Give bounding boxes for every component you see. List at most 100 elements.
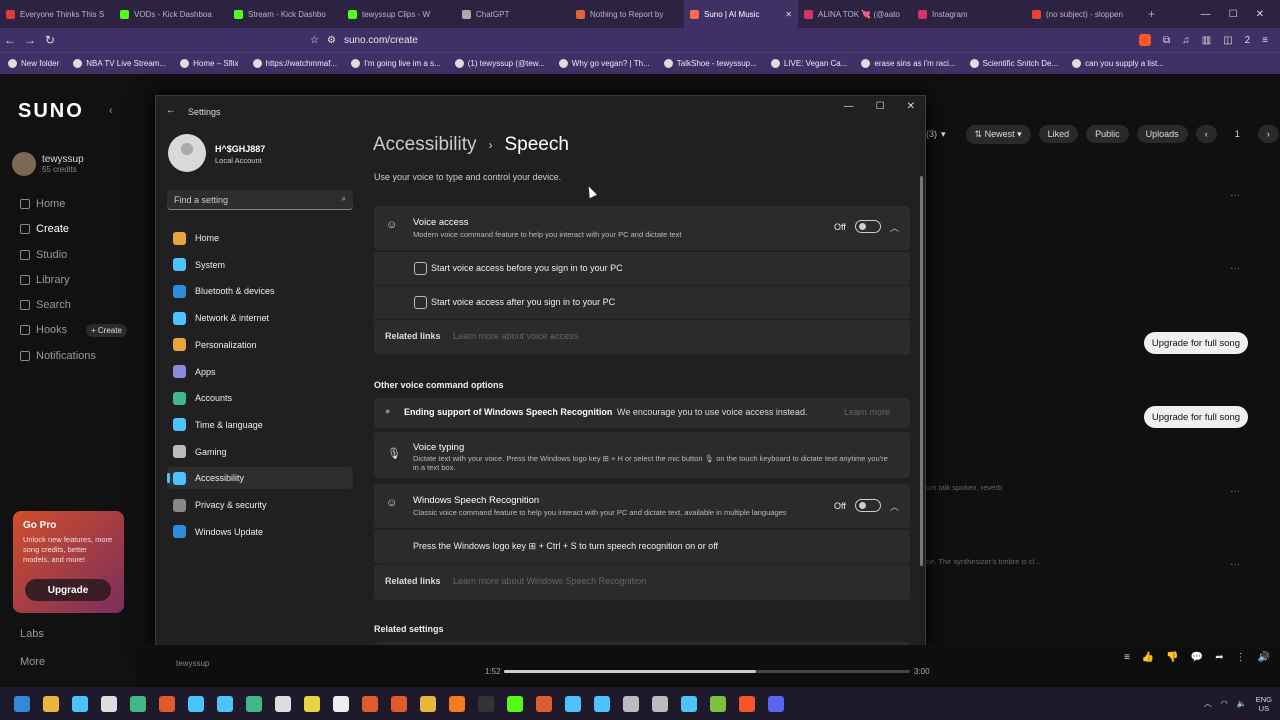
chevron-up-icon[interactable]: ︿ bbox=[1204, 698, 1212, 709]
taskbar-app-icon[interactable] bbox=[188, 695, 204, 712]
taskbar-app-icon[interactable] bbox=[652, 695, 668, 712]
scrollbar[interactable] bbox=[920, 176, 923, 566]
url-text[interactable]: suno.com/create bbox=[344, 35, 418, 46]
more-options-icon[interactable]: ··· bbox=[1230, 486, 1240, 497]
taskbar-app-icon[interactable] bbox=[710, 695, 726, 712]
bookmark-item[interactable]: LIVE: Vegan Ca... bbox=[770, 59, 847, 68]
collapse-icon[interactable]: ‹ bbox=[109, 103, 113, 117]
music-icon[interactable]: ♫ bbox=[1182, 35, 1190, 46]
upgrade-button[interactable]: Upgrade bbox=[25, 579, 111, 601]
bookmark-item[interactable]: https://watchmmaf... bbox=[252, 59, 337, 68]
suno-user[interactable]: tewyssup 55 credits bbox=[12, 152, 84, 176]
tab-count[interactable]: 2 bbox=[1245, 35, 1251, 46]
dislike-icon[interactable]: 👎 bbox=[1166, 652, 1178, 663]
taskbar-app-icon[interactable] bbox=[478, 695, 494, 712]
more-options-icon[interactable]: ··· bbox=[1230, 190, 1240, 201]
taskbar-app-icon[interactable] bbox=[623, 695, 639, 712]
voice-access-option[interactable]: Start voice access before you sign in to… bbox=[374, 252, 910, 285]
suno-nav-labs[interactable]: Labs bbox=[20, 628, 44, 640]
filter-count[interactable]: (3) bbox=[926, 129, 937, 139]
browser-tab[interactable]: Nothing to Report by bbox=[570, 0, 684, 28]
upgrade-full-song-button[interactable]: Upgrade for full song bbox=[1144, 406, 1248, 428]
settings-nav-windows-update[interactable]: Windows Update bbox=[167, 521, 353, 543]
taskbar-app-icon[interactable] bbox=[420, 695, 436, 712]
browser-tab[interactable]: Stream - Kick Dashbo bbox=[228, 0, 342, 28]
checkbox[interactable] bbox=[414, 296, 427, 309]
suno-nav-more[interactable]: More bbox=[20, 656, 45, 668]
settings-nav-privacy-security[interactable]: Privacy & security bbox=[167, 494, 353, 516]
breadcrumb-accessibility[interactable]: Accessibility bbox=[373, 134, 476, 156]
speaker-icon[interactable]: 🔈 bbox=[1237, 699, 1247, 708]
taskbar-app-icon[interactable] bbox=[768, 695, 784, 712]
find-setting-input[interactable]: Find a setting ⌕ bbox=[167, 190, 353, 210]
taskbar-app-icon[interactable] bbox=[391, 695, 407, 712]
browser-tab[interactable]: ChatGPT bbox=[456, 0, 570, 28]
share-icon[interactable]: ➦ bbox=[1215, 652, 1223, 663]
more-options-icon[interactable]: ··· bbox=[1230, 559, 1240, 570]
suno-nav-studio[interactable]: Studio bbox=[20, 249, 67, 261]
brave-shield-icon[interactable] bbox=[1139, 34, 1152, 46]
bookmark-item[interactable]: NBA TV Live Stream... bbox=[73, 59, 166, 68]
bookmark-item[interactable]: Scientific Snitch De... bbox=[969, 59, 1058, 68]
bookmark-item[interactable]: (1) tewyssup (@tew... bbox=[454, 59, 545, 68]
bookmark-item[interactable]: erase sins as i'm raci... bbox=[861, 59, 956, 68]
settings-nav-accounts[interactable]: Accounts bbox=[167, 387, 353, 409]
settings-nav-accessibility[interactable]: Accessibility bbox=[167, 467, 353, 490]
upgrade-full-song-button[interactable]: Upgrade for full song bbox=[1144, 332, 1248, 354]
taskbar-app-icon[interactable] bbox=[681, 695, 697, 712]
search-icon[interactable]: ⌕ bbox=[342, 194, 346, 204]
prev-page-button[interactable]: ‹ bbox=[1195, 125, 1217, 143]
user-avatar[interactable] bbox=[168, 134, 206, 172]
new-tab-icon[interactable]: + bbox=[1140, 7, 1163, 21]
suno-nav-library[interactable]: Library bbox=[20, 274, 70, 286]
learn-more-wsr-link[interactable]: Learn more about Windows Speech Recognit… bbox=[453, 576, 646, 586]
comment-icon[interactable]: 💬 bbox=[1191, 652, 1203, 663]
minimize-icon[interactable]: — bbox=[1201, 9, 1211, 20]
taskbar-app-icon[interactable] bbox=[130, 695, 146, 712]
bookmark-item[interactable]: I'm going live im a s... bbox=[351, 59, 441, 68]
taskbar-app-icon[interactable] bbox=[43, 695, 59, 712]
close-tab-icon[interactable]: ✕ bbox=[785, 10, 792, 19]
maximize-icon[interactable]: ☐ bbox=[1229, 9, 1238, 20]
suno-nav-home[interactable]: Home bbox=[20, 198, 65, 210]
browser-tab[interactable]: tewyssup Clips - W bbox=[342, 0, 456, 28]
more-options-icon[interactable]: ··· bbox=[1230, 263, 1240, 274]
wallet-icon[interactable]: ◫ bbox=[1223, 35, 1232, 46]
wifi-icon[interactable]: ◠ bbox=[1221, 699, 1228, 708]
settings-nav-system[interactable]: System bbox=[167, 254, 353, 276]
next-page-button[interactable]: › bbox=[1257, 125, 1279, 143]
taskbar-app-icon[interactable] bbox=[594, 695, 610, 712]
bookmark-icon[interactable]: ☆ bbox=[310, 35, 319, 46]
taskbar-app-icon[interactable] bbox=[739, 695, 755, 712]
option-before-signin[interactable]: Start voice access before you sign in to… bbox=[431, 263, 623, 273]
browser-tab[interactable]: ALINA TOK 💘 (@aato bbox=[798, 0, 912, 28]
taskbar-app-icon[interactable] bbox=[246, 695, 262, 712]
suno-nav-create[interactable]: Create bbox=[20, 223, 69, 235]
taskbar-app-icon[interactable] bbox=[217, 695, 233, 712]
filter-uploads[interactable]: Uploads bbox=[1136, 125, 1188, 143]
volume-icon[interactable]: 🔊 bbox=[1258, 652, 1270, 663]
taskbar-app-icon[interactable] bbox=[101, 695, 117, 712]
taskbar-app-icon[interactable] bbox=[72, 695, 88, 712]
browser-tab[interactable]: VODs - Kick Dashboa bbox=[114, 0, 228, 28]
learn-more-link[interactable]: Learn more bbox=[844, 407, 890, 417]
taskbar-app-icon[interactable] bbox=[275, 695, 291, 712]
settings-nav-home[interactable]: Home bbox=[167, 227, 353, 249]
browser-tab[interactable]: Instagram bbox=[912, 0, 1026, 28]
chevron-up-icon[interactable]: ︿ bbox=[890, 221, 899, 234]
settings-nav-bluetooth-devices[interactable]: Bluetooth & devices bbox=[167, 280, 353, 302]
bookmark-item[interactable]: Home – Sflix bbox=[180, 59, 239, 68]
taskbar-app-icon[interactable] bbox=[449, 695, 465, 712]
settings-nav-gaming[interactable]: Gaming bbox=[167, 441, 353, 463]
start-icon[interactable] bbox=[14, 695, 30, 712]
wsr-toggle[interactable] bbox=[855, 499, 881, 512]
site-info-icon[interactable]: ⚙ bbox=[327, 35, 336, 46]
close-icon[interactable]: ✕ bbox=[907, 101, 915, 112]
url-field[interactable]: ☆ ⚙ suno.com/create bbox=[130, 35, 418, 46]
browser-tab[interactable]: Everyone Thinks This S bbox=[0, 0, 114, 28]
voice-access-option[interactable]: Start voice access after you sign in to … bbox=[374, 286, 910, 319]
bookmark-item[interactable]: New folder bbox=[8, 59, 59, 68]
back-icon[interactable]: ← bbox=[0, 33, 20, 47]
suno-logo[interactable]: SUNO bbox=[18, 100, 84, 123]
queue-icon[interactable]: ≡ bbox=[1124, 652, 1130, 663]
